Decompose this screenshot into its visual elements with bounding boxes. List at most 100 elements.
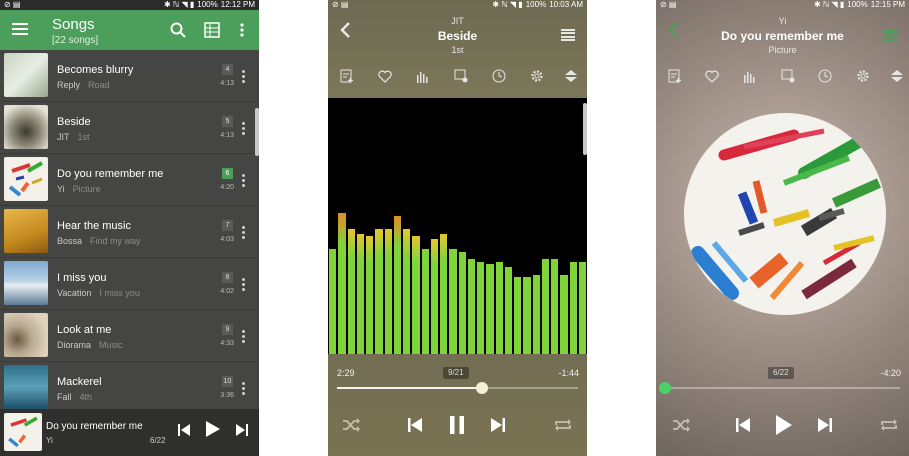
repeat-icon[interactable]	[880, 418, 898, 437]
search-icon[interactable]	[168, 20, 188, 40]
song-title: Becomes blurry	[57, 64, 134, 76]
album-art-thumbnail	[4, 53, 48, 97]
battery-level: 100%	[525, 0, 547, 9]
song-album: Find my way	[90, 236, 141, 246]
lyrics-icon[interactable]	[452, 67, 470, 85]
seek-row: 2:29 9/21 -1:44	[328, 366, 587, 396]
repeat-icon[interactable]	[554, 418, 572, 437]
favorite-heart-icon[interactable]	[703, 67, 721, 85]
expand-collapse-icon[interactable]	[562, 67, 580, 85]
song-title: I miss you	[57, 272, 107, 284]
pause-icon[interactable]	[449, 416, 465, 439]
item-more-icon[interactable]	[242, 330, 246, 343]
song-meta: Diorama Music	[57, 340, 123, 350]
spectrum-bar	[329, 249, 337, 354]
song-title: Look at me	[57, 324, 112, 336]
spectrum-bar	[495, 262, 503, 354]
remaining-time: -4:20	[880, 368, 901, 378]
list-item[interactable]: Becomes blurry Reply Road 4 4:13	[0, 50, 259, 102]
favorite-heart-icon[interactable]	[376, 67, 394, 85]
seek-bar[interactable]	[337, 382, 578, 394]
scrollbar[interactable]	[583, 103, 587, 155]
list-item[interactable]: Beside JIT 1st 5 4:13	[0, 102, 259, 154]
album-art-thumbnail	[4, 105, 48, 149]
track-number: 4	[222, 64, 233, 75]
seek-handle[interactable]	[475, 382, 488, 394]
album-art-thumbnail	[4, 365, 48, 409]
queue-list-icon[interactable]	[561, 29, 575, 41]
sleep-timer-icon[interactable]	[816, 67, 834, 85]
battery-level: 100%	[197, 0, 218, 9]
seek-handle[interactable]	[659, 382, 671, 394]
equalizer-icon[interactable]	[741, 67, 759, 85]
next-icon[interactable]	[236, 423, 248, 439]
scrollbar[interactable]	[255, 108, 259, 156]
list-item[interactable]: I miss you Vacation I miss you 8 4:02	[0, 258, 259, 310]
seek-bar[interactable]	[659, 382, 900, 394]
status-left: ⊘ ▤	[332, 0, 348, 10]
spectrum-bar	[467, 259, 475, 354]
song-album: 1st	[77, 132, 90, 142]
spectrum-visualizer[interactable]	[328, 98, 587, 354]
app-bar: Songs [22 songs]	[0, 10, 259, 50]
song-duration: 4:13	[220, 132, 234, 139]
track-title: Do you remember me	[721, 29, 844, 43]
queue-list-icon[interactable]	[883, 29, 897, 41]
track-number: 5	[222, 116, 233, 127]
previous-icon[interactable]	[408, 418, 422, 437]
more-vert-icon[interactable]	[232, 20, 252, 40]
battery-level: 100%	[847, 0, 868, 9]
shuffle-icon[interactable]	[342, 418, 360, 437]
equalizer-icon[interactable]	[414, 67, 432, 85]
add-to-playlist-icon[interactable]	[338, 67, 356, 85]
mini-player[interactable]: Do you remember me Yi 6/22	[0, 409, 259, 456]
spectrum-bar	[569, 262, 577, 354]
next-icon[interactable]	[491, 418, 505, 437]
list-item[interactable]: Mackerel Fall 4th 10 3:36	[0, 362, 259, 414]
previous-icon[interactable]	[736, 418, 750, 437]
expand-collapse-icon[interactable]	[888, 67, 906, 85]
clock: 12:12 PM	[220, 0, 255, 9]
play-icon[interactable]	[206, 421, 220, 440]
song-duration: 4:03	[220, 236, 234, 243]
settings-gear-icon[interactable]	[528, 67, 546, 85]
previous-icon[interactable]	[178, 423, 190, 439]
menu-icon[interactable]	[12, 23, 28, 35]
item-more-icon[interactable]	[242, 122, 246, 135]
song-meta: JIT 1st	[57, 132, 90, 142]
item-more-icon[interactable]	[242, 226, 246, 239]
queue-position: 9/21	[443, 367, 469, 379]
sleep-timer-icon[interactable]	[490, 67, 508, 85]
status-right: ✱ ℕ ◥ ▮ 100% 10:03 AM	[492, 0, 583, 10]
settings-gear-icon[interactable]	[854, 67, 872, 85]
song-album: 4th	[79, 392, 93, 402]
spectrum-bar	[384, 229, 392, 354]
status-system-icons: ✱ ℕ ◥ ▮	[492, 0, 523, 9]
item-more-icon[interactable]	[242, 70, 246, 83]
lyrics-icon[interactable]	[779, 67, 797, 85]
item-more-icon[interactable]	[242, 174, 246, 187]
queue-position: 6/22	[768, 367, 794, 379]
grid-view-icon[interactable]	[202, 20, 222, 40]
list-item[interactable]: Do you remember me Yi Picture 6 4:20	[0, 154, 259, 206]
shuffle-icon[interactable]	[672, 418, 690, 437]
song-meta: Bossa Find my way	[57, 236, 141, 246]
add-to-playlist-icon[interactable]	[666, 67, 684, 85]
spectrum-bar	[532, 275, 540, 354]
song-artist: Diorama	[57, 340, 92, 350]
play-icon[interactable]	[776, 415, 792, 440]
album-art-disc[interactable]	[684, 113, 886, 315]
page-title: Songs	[52, 16, 95, 33]
spectrum-bar	[393, 216, 401, 354]
status-system-icons: ✱ ℕ ◥ ▮	[813, 0, 845, 9]
spectrum-bar	[578, 262, 586, 354]
song-duration: 4:33	[220, 340, 234, 347]
song-album: I miss you	[99, 288, 140, 298]
song-artist: Yi	[57, 184, 65, 194]
list-item[interactable]: Hear the music Bossa Find my way 7 4:03	[0, 206, 259, 258]
spectrum-bar	[458, 252, 466, 354]
next-icon[interactable]	[818, 418, 832, 437]
item-more-icon[interactable]	[242, 278, 246, 291]
list-item[interactable]: Look at me Diorama Music 9 4:33	[0, 310, 259, 362]
item-more-icon[interactable]	[242, 382, 246, 395]
